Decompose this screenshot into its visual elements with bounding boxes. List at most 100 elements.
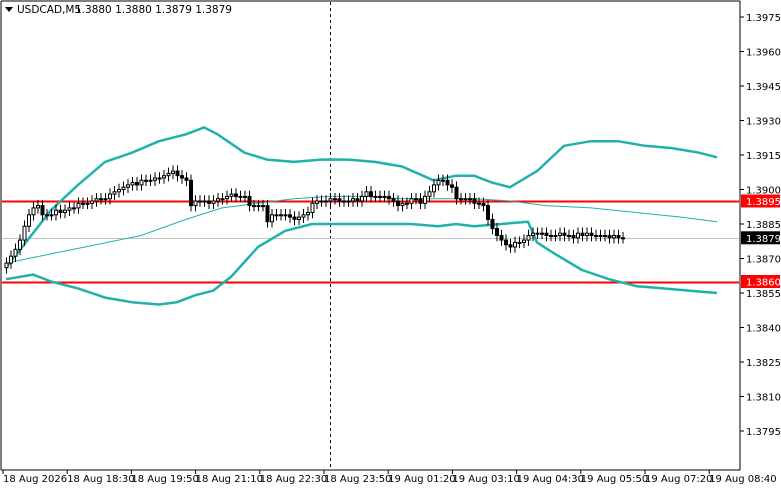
price-tick-label: 1.3795 (746, 427, 781, 438)
candle-body (522, 239, 526, 243)
candle-body (364, 191, 369, 197)
candle-body (99, 198, 103, 201)
candle-body (463, 198, 468, 201)
candle-body (603, 235, 607, 237)
candle-body (72, 207, 76, 210)
candle-body (54, 209, 58, 216)
price-tick-label: 1.3915 (746, 151, 781, 162)
candle-body (418, 198, 423, 204)
candle-body (414, 198, 418, 201)
candle-body (301, 214, 306, 218)
candle-body (4, 262, 9, 269)
candle-body (472, 198, 477, 204)
candle-body (319, 200, 324, 203)
candle-body (238, 195, 243, 198)
candle-body (594, 235, 598, 237)
candle-body (328, 198, 333, 202)
candle-body (94, 198, 99, 202)
candle-body (351, 198, 355, 202)
candle-body (508, 244, 513, 248)
candle-body (481, 202, 486, 207)
candle-body (607, 235, 612, 239)
candle-body (171, 170, 175, 174)
candlestick-chart[interactable]: 1.39751.39601.39451.39301.39151.39001.38… (0, 0, 781, 489)
candle-body (90, 200, 94, 204)
price-tick-label: 1.3945 (746, 82, 781, 93)
candle-body (436, 179, 441, 186)
candle-body (108, 193, 112, 200)
candle-body (85, 202, 90, 205)
time-tick-label: 18 Aug 21:10 (196, 474, 263, 485)
candle-body (468, 198, 472, 201)
candle-body (45, 214, 49, 217)
time-tick-label: 18 Aug 18:30 (67, 474, 134, 485)
candle-body (499, 235, 504, 241)
candle-body (36, 205, 40, 209)
candle-body (517, 241, 522, 244)
candle-body (58, 209, 63, 213)
candle-body (445, 179, 450, 186)
candle-body (531, 232, 535, 236)
candle-body (229, 193, 234, 197)
candle-body (283, 214, 288, 217)
candle-body (13, 248, 18, 257)
candle-body (310, 202, 315, 214)
ohlc-readout: 1.3880 1.3880 1.3879 1.3879 (75, 4, 232, 16)
price-tick-label: 1.3870 (746, 255, 781, 266)
candle-body (234, 193, 238, 197)
candle-body (279, 214, 283, 217)
candle-body (580, 232, 585, 236)
candle-body (333, 198, 337, 201)
chart-window[interactable]: 1.3975 1.3960 1.3945 1.3930 1.3915 1.3900 1.38… (0, 0, 781, 489)
candle-body (567, 235, 571, 237)
candle-body (220, 198, 225, 201)
candle-body (346, 200, 351, 203)
candle-body (535, 232, 540, 235)
time-tick-label: 19 Aug 08:40 (709, 474, 776, 485)
time-tick-label: 19 Aug 03:10 (452, 474, 519, 485)
candle-body (76, 202, 81, 209)
candle-body (373, 195, 378, 198)
candle-body (454, 186, 459, 200)
candle-body (180, 175, 184, 179)
candle-body (306, 212, 310, 216)
candle-body (378, 195, 382, 198)
candle-body (216, 198, 220, 202)
candle-body (225, 195, 229, 200)
candle-body (202, 200, 207, 203)
candle-body (562, 232, 567, 236)
candle-body (40, 205, 45, 216)
candle-body (616, 235, 621, 239)
candle-body (22, 225, 27, 241)
time-tick-label: 19 Aug 04:30 (517, 474, 584, 485)
candle-body (81, 202, 85, 205)
candle-body (144, 179, 148, 182)
candle-body (67, 207, 72, 211)
candle-body (193, 200, 198, 207)
price-tick-label: 1.3825 (746, 358, 781, 369)
candle-body (441, 179, 445, 182)
candle-body (139, 179, 144, 186)
time-tick-label: 18 Aug 19:50 (131, 474, 198, 485)
time-tick-label: 18 Aug 23:50 (324, 474, 391, 485)
price-tick-label: 1.3855 (746, 289, 781, 300)
candle-body (396, 200, 400, 207)
candle-body (409, 198, 414, 204)
candle-body (130, 182, 135, 186)
candle-body (423, 195, 427, 204)
candle-body (589, 232, 594, 236)
candle-body (342, 200, 346, 203)
candle-body (166, 172, 171, 177)
price-tick-label: 1.3930 (746, 117, 781, 128)
level-price-label: 1.3860 (746, 278, 781, 289)
candle-body (63, 209, 67, 213)
candle-body (490, 218, 495, 230)
candle-body (27, 214, 31, 227)
candle-body (9, 255, 13, 264)
candle-body (207, 200, 211, 204)
candle-body (459, 198, 463, 201)
time-tick-label: 18 Aug 2026 (3, 474, 67, 485)
candle-body (18, 239, 22, 250)
candle-body (360, 195, 364, 202)
candle-body (382, 195, 387, 198)
